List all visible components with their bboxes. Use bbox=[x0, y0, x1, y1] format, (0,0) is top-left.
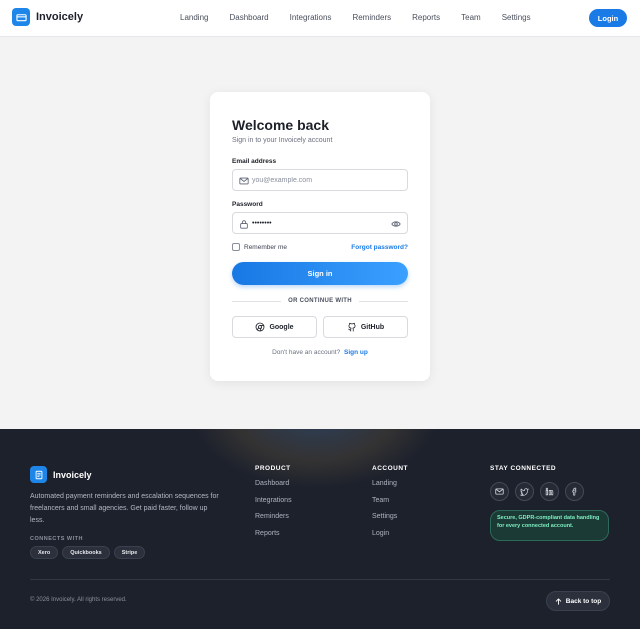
stay-connected-heading: STAY CONNECTED bbox=[490, 465, 557, 472]
nav-team[interactable]: Team bbox=[461, 13, 481, 22]
forgot-password-link[interactable]: Forgot password? bbox=[351, 244, 408, 251]
back-to-top-label: Back to top bbox=[565, 597, 602, 605]
footer-link-reports[interactable]: Reports bbox=[255, 530, 280, 537]
chip-stripe[interactable]: Stripe bbox=[113, 546, 146, 559]
back-to-top-button[interactable]: Back to top bbox=[546, 591, 610, 611]
email-field-wrapper bbox=[232, 169, 408, 191]
footer-glow bbox=[190, 429, 440, 489]
eye-icon[interactable] bbox=[391, 219, 401, 229]
nav-integrations[interactable]: Integrations bbox=[290, 13, 332, 22]
account-heading: ACCOUNT bbox=[372, 465, 408, 472]
mail-icon bbox=[495, 488, 504, 495]
footer-link-settings[interactable]: Settings bbox=[372, 513, 397, 520]
nav-dashboard[interactable]: Dashboard bbox=[229, 13, 268, 22]
google-label: Google bbox=[269, 323, 294, 331]
password-label: Password bbox=[232, 201, 263, 208]
nav-landing[interactable]: Landing bbox=[180, 13, 208, 22]
copyright: © 2026 Invoicely. All rights reserved. bbox=[30, 597, 127, 603]
social-icons bbox=[490, 482, 590, 501]
twitter-social-button[interactable] bbox=[515, 482, 534, 501]
github-icon bbox=[348, 322, 356, 332]
login-button[interactable]: Login bbox=[589, 9, 627, 27]
arrow-up-icon bbox=[555, 598, 561, 605]
nav-settings[interactable]: Settings bbox=[502, 13, 531, 22]
divider: OR CONTINUE WITH bbox=[232, 297, 409, 305]
linkedin-social-button[interactable] bbox=[540, 482, 559, 501]
footer-description: Automated payment reminders and escalati… bbox=[30, 493, 219, 524]
nav-reports[interactable]: Reports bbox=[412, 13, 440, 22]
remember-checkbox[interactable] bbox=[232, 243, 240, 251]
invoice-logo-icon bbox=[12, 8, 30, 26]
footer-link-reminders[interactable]: Reminders bbox=[255, 513, 289, 520]
signup-text: Don't have an account? bbox=[272, 349, 341, 356]
chrome-icon bbox=[256, 322, 265, 332]
google-button[interactable]: Google bbox=[232, 316, 317, 338]
sign-in-button[interactable]: Sign in bbox=[232, 262, 408, 285]
facebook-icon bbox=[572, 487, 577, 496]
integration-chips: Xero Quickbooks Stripe bbox=[30, 546, 149, 559]
footer-invoice-logo-icon bbox=[30, 466, 47, 483]
password-field-wrapper bbox=[232, 212, 408, 234]
footer: Invoicely Automated payment reminders an… bbox=[0, 429, 640, 629]
footer-link-team[interactable]: Team bbox=[372, 497, 389, 504]
email-input[interactable] bbox=[252, 174, 387, 187]
twitter-icon bbox=[520, 488, 529, 496]
top-navbar: Invoicely Landing Dashboard Integrations… bbox=[0, 0, 640, 37]
main-nav: Landing Dashboard Integrations Reminders… bbox=[180, 13, 552, 22]
product-heading: PRODUCT bbox=[255, 465, 291, 472]
linkedin-icon bbox=[545, 487, 554, 496]
footer-link-integrations[interactable]: Integrations bbox=[255, 497, 292, 504]
email-label: Email address bbox=[232, 158, 277, 165]
divider-label: OR CONTINUE WITH bbox=[288, 298, 352, 304]
nav-reminders[interactable]: Reminders bbox=[352, 13, 391, 22]
remember-label: Remember me bbox=[244, 243, 287, 251]
footer-divider bbox=[30, 579, 610, 580]
footer-link-landing[interactable]: Landing bbox=[372, 480, 397, 487]
page-title: Welcome back bbox=[232, 117, 330, 133]
footer-brand-name: Invoicely bbox=[53, 469, 92, 480]
github-label: GitHub bbox=[360, 323, 385, 331]
brand-name: Invoicely bbox=[36, 11, 84, 23]
login-card: Welcome back Sign in to your Invoicely a… bbox=[210, 92, 430, 381]
footer-brand[interactable]: Invoicely bbox=[30, 466, 92, 483]
lock-icon bbox=[240, 220, 248, 229]
password-input[interactable] bbox=[252, 217, 387, 230]
facebook-social-button[interactable] bbox=[565, 482, 584, 501]
page-subtitle: Sign in to your Invoicely account bbox=[232, 137, 333, 144]
connects-with-label: CONNECTS WITH bbox=[30, 536, 83, 542]
remember-me[interactable]: Remember me bbox=[232, 243, 287, 251]
chip-quickbooks[interactable]: Quickbooks bbox=[62, 546, 110, 559]
signup-prompt: Don't have an account? Sign up bbox=[210, 349, 430, 356]
github-button[interactable]: GitHub bbox=[323, 316, 408, 338]
mail-icon bbox=[239, 177, 249, 185]
footer-link-dashboard[interactable]: Dashboard bbox=[255, 480, 289, 487]
chip-xero[interactable]: Xero bbox=[30, 546, 59, 559]
gdpr-badge: Secure, GDPR-compliant data handling for… bbox=[490, 510, 609, 541]
signup-link[interactable]: Sign up bbox=[344, 349, 368, 356]
footer-link-login[interactable]: Login bbox=[372, 530, 389, 537]
brand[interactable]: Invoicely bbox=[12, 8, 83, 26]
mail-social-button[interactable] bbox=[490, 482, 509, 501]
